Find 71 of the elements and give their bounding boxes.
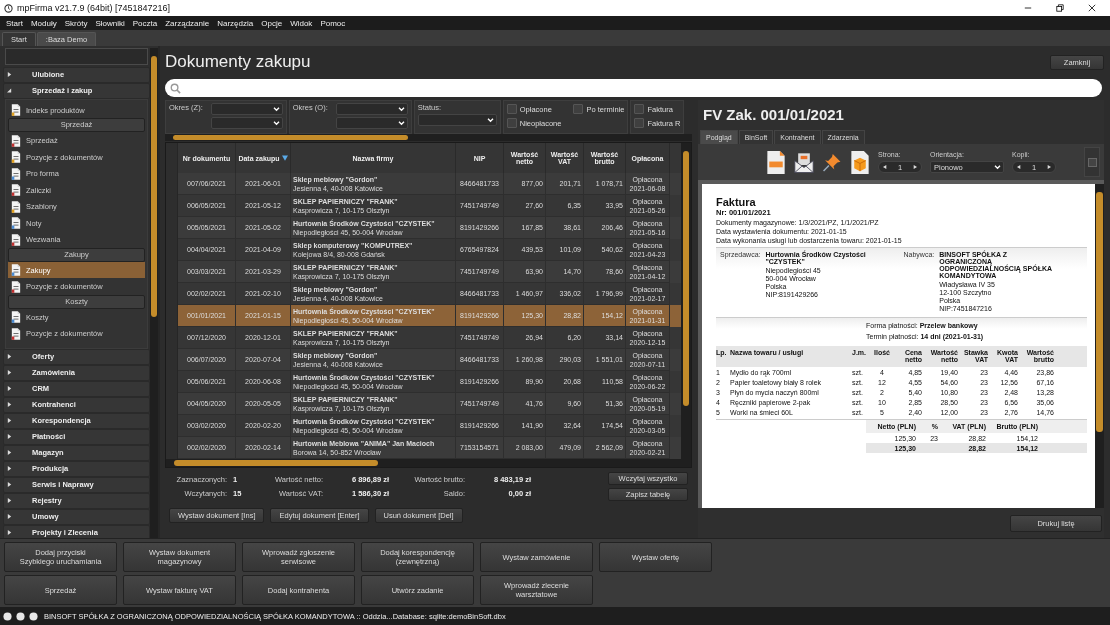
caret-icon	[7, 72, 12, 78]
close-icon[interactable]	[1088, 4, 1096, 12]
caret-icon	[7, 88, 12, 94]
caret-icon	[7, 514, 12, 520]
document-icon	[11, 151, 21, 164]
document-icon	[11, 264, 21, 277]
dropdown[interactable]	[335, 103, 408, 115]
caret-icon	[7, 418, 12, 424]
dropdown[interactable]	[210, 103, 283, 115]
scrollbar[interactable]	[1095, 184, 1104, 508]
caret-icon	[7, 498, 12, 504]
menu-item[interactable]: Zarządzanie	[161, 18, 214, 28]
caret-icon	[7, 530, 12, 536]
chevron-icon	[994, 164, 1001, 170]
scrollbar[interactable]	[166, 459, 691, 467]
dropdown[interactable]	[210, 117, 283, 129]
caret-icon	[7, 450, 12, 456]
search-field[interactable]	[165, 79, 1102, 97]
app-icon	[4, 3, 13, 13]
document-icon	[11, 311, 21, 324]
menu-item[interactable]: Słowniki	[91, 18, 129, 28]
document-icon	[11, 233, 21, 246]
menu-item[interactable]: Pomoc	[316, 18, 350, 28]
left-arrow-icon[interactable]	[883, 165, 887, 169]
menu-item[interactable]: Widok	[286, 18, 317, 28]
document-icon	[11, 167, 21, 180]
document-title: FV Zak. 001/01/2021	[702, 105, 845, 125]
chevron-icon	[486, 117, 494, 123]
caret-icon	[7, 482, 12, 488]
document-icon	[11, 200, 21, 213]
left-arrow-icon[interactable]	[1017, 165, 1021, 169]
search-field[interactable]	[5, 48, 148, 65]
pdf-file-icon[interactable]	[766, 149, 786, 175]
right-arrow-icon[interactable]	[913, 165, 917, 169]
status-light-icon	[16, 611, 25, 621]
caret-icon	[7, 354, 12, 360]
window-title: mpFirma v21.7.9 (64bit) [7451847216]	[17, 3, 171, 13]
caret-icon	[7, 402, 12, 408]
invoice-heading: Faktura	[716, 196, 757, 208]
minimize-icon[interactable]	[1024, 4, 1032, 12]
status-light-icon	[29, 611, 38, 621]
panel-button[interactable]	[1084, 147, 1100, 177]
page-title: Dokumenty zakupu	[165, 52, 311, 72]
menu-item[interactable]: Start	[2, 18, 27, 28]
document-icon	[11, 280, 21, 293]
document-icon	[11, 104, 21, 117]
sort-icon	[281, 155, 288, 161]
row-header[interactable]	[166, 437, 178, 459]
dropdown[interactable]	[417, 114, 497, 126]
menu-item[interactable]: Opcje	[257, 18, 287, 28]
menu-item[interactable]: Moduły	[26, 18, 61, 28]
dropdown[interactable]	[335, 117, 408, 129]
document-icon	[11, 184, 21, 197]
restore-icon[interactable]	[1056, 4, 1064, 12]
caret-icon	[7, 370, 12, 376]
caret-icon	[7, 466, 12, 472]
search-icon	[170, 82, 181, 94]
document-icon	[11, 327, 21, 340]
package-icon[interactable]	[850, 149, 870, 175]
document-icon	[11, 217, 21, 230]
document-icon	[11, 134, 21, 147]
caret-icon	[7, 434, 12, 440]
right-arrow-icon[interactable]	[1047, 165, 1051, 169]
scrollbar[interactable]	[150, 48, 158, 538]
menu-item[interactable]: Poczta	[128, 18, 162, 28]
status-light-icon	[3, 611, 12, 621]
menu-item[interactable]: Narzędzia	[213, 18, 258, 28]
scrollbar[interactable]	[165, 134, 692, 141]
scrollbar[interactable]	[681, 143, 691, 459]
menu-item[interactable]: Skróty	[60, 18, 92, 28]
caret-icon	[7, 386, 12, 392]
